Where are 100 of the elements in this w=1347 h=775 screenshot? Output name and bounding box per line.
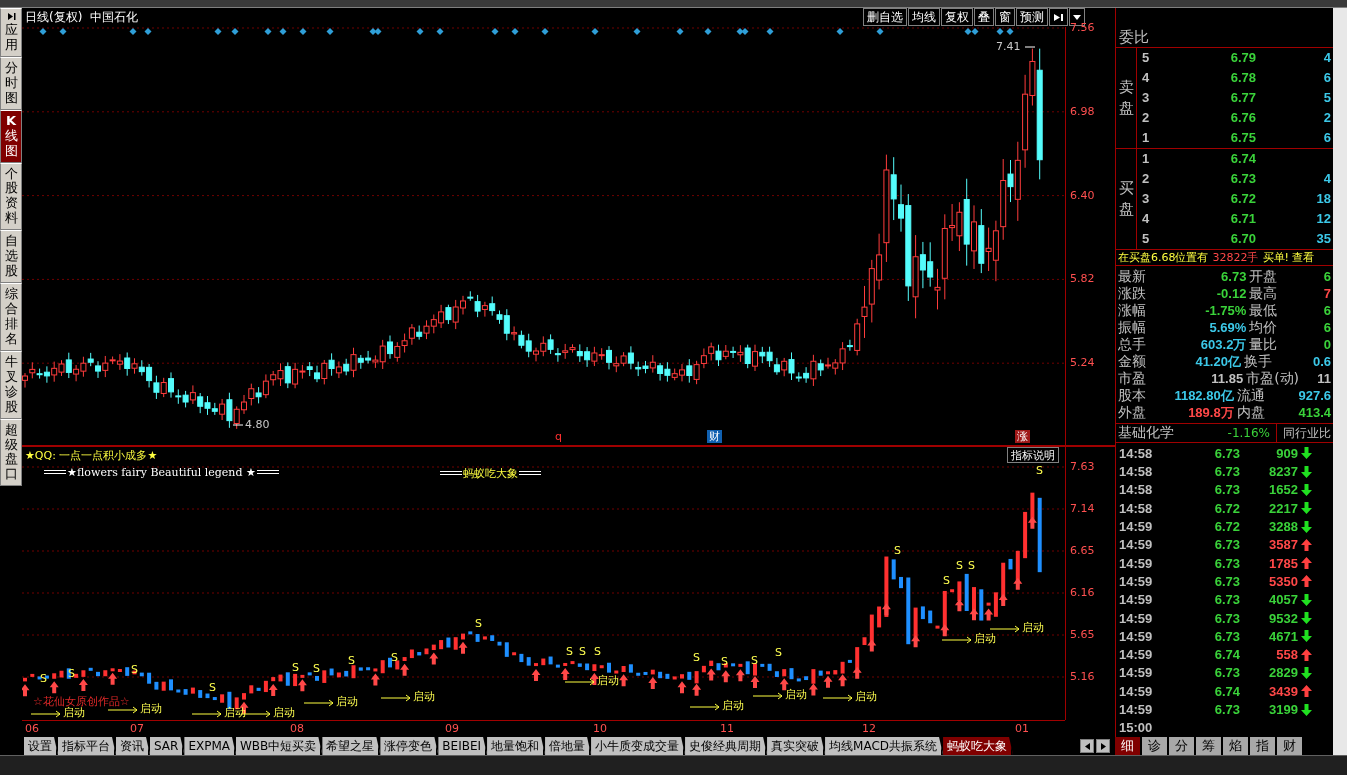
indicator-tab[interactable]: 倍地量 xyxy=(545,737,592,755)
stat-label: 涨跌 xyxy=(1117,284,1146,303)
month-label: 06 xyxy=(25,722,39,736)
jump-button[interactable] xyxy=(1049,8,1068,27)
trade-volume: 2829 xyxy=(1268,665,1298,681)
panel-tab[interactable]: 焰 xyxy=(1223,737,1250,755)
event-marker[interactable]: 涨 xyxy=(1015,429,1030,443)
indicator-tab[interactable]: WBB中短买卖 xyxy=(236,737,323,755)
sidebar-tab[interactable]: 牛叉诊股 xyxy=(0,350,22,419)
stat-label: 最低 xyxy=(1248,301,1279,320)
stat-label: 金额 xyxy=(1117,352,1146,371)
signal-label: 启动 xyxy=(974,631,996,646)
trade-time: 14:59 xyxy=(1118,647,1154,663)
stat-value: 5.69% xyxy=(1208,320,1247,336)
trade-volume: 3199 xyxy=(1268,702,1298,718)
signal-label: S xyxy=(1036,463,1043,478)
bid-price: 6.71 xyxy=(1229,211,1256,227)
rank-number: 4 xyxy=(1141,70,1151,86)
indicator-tab[interactable]: 均线MACD共振系统 xyxy=(825,737,944,755)
chart-button[interactable]: 删自选 xyxy=(863,8,907,27)
stat-value: 6 xyxy=(1323,269,1332,285)
indicator-tab[interactable]: 设置 xyxy=(24,737,58,755)
axis-label: 7.63 xyxy=(1070,459,1095,473)
stock-name: 中国石化 xyxy=(90,8,139,26)
panel-tab[interactable]: 指 xyxy=(1250,737,1277,755)
chart-button[interactable]: 窗 xyxy=(995,8,1015,27)
panel-tab[interactable]: 诊 xyxy=(1142,737,1169,755)
scroll-right-button[interactable] xyxy=(1096,739,1110,753)
month-label: 11 xyxy=(720,722,734,736)
stat-label: 最新 xyxy=(1117,267,1146,286)
scroll-left-button[interactable] xyxy=(1080,739,1094,753)
stat-label: 涨幅 xyxy=(1117,301,1146,320)
signal-label: 启动 xyxy=(273,705,295,720)
down-arrow-icon xyxy=(1301,484,1312,496)
axis-label: 7.56 xyxy=(1070,20,1095,34)
indicator-tab[interactable]: EXPMA xyxy=(184,737,236,755)
trade-time: 14:59 xyxy=(1118,628,1154,644)
indicator-tab[interactable]: 史俊经典周期 xyxy=(685,737,768,755)
signal-label: 启动 xyxy=(597,673,619,688)
signal-label: 启动 xyxy=(785,687,807,702)
indicator-tab[interactable]: 小牛质变成交量 xyxy=(591,737,686,755)
legend-rule xyxy=(256,470,279,475)
panel-tab[interactable]: 财 xyxy=(1277,737,1304,755)
indicator-tab[interactable]: 真实突破 xyxy=(767,737,826,755)
axis-label: 6.40 xyxy=(1070,188,1095,202)
industry-name: 基础化学 xyxy=(1117,424,1174,443)
panel-tab[interactable]: 筹 xyxy=(1196,737,1223,755)
stat-label: 市盈(动) xyxy=(1245,369,1301,388)
compare-button[interactable]: 同行业比 xyxy=(1276,424,1333,443)
stat-label: 开盘 xyxy=(1248,267,1279,286)
trade-volume: 5350 xyxy=(1268,573,1298,589)
chart-button[interactable]: 复权 xyxy=(941,8,973,27)
stat-value: 6.73 xyxy=(1220,269,1247,285)
axis-label: 5.82 xyxy=(1070,272,1095,286)
stat-label: 外盘 xyxy=(1117,403,1146,422)
signal-label: S xyxy=(209,680,216,695)
trade-time: 14:59 xyxy=(1118,537,1154,553)
ask-volume: 6 xyxy=(1323,70,1332,86)
sidebar-tab[interactable]: 分时图 xyxy=(0,56,22,110)
indicator-tab[interactable]: SAR xyxy=(150,737,185,755)
stat-value: -0.12 xyxy=(1215,286,1247,302)
sidebar-tab[interactable]: 应用 xyxy=(0,8,22,57)
panel-tab[interactable]: 细 xyxy=(1115,737,1142,755)
stat-label: 振幅 xyxy=(1117,318,1146,337)
sidebar-tab[interactable]: 超级盘口 xyxy=(0,418,22,487)
trade-price: 6.73 xyxy=(1213,573,1240,589)
signal-label: S xyxy=(579,644,586,659)
ask-volume: 5 xyxy=(1323,90,1332,106)
stat-value: 11.85 xyxy=(1210,371,1244,387)
trade-price: 6.73 xyxy=(1213,592,1240,608)
indicator-tab[interactable]: BEIBEI xyxy=(438,737,488,755)
indicator-tab[interactable]: 指标平台 xyxy=(58,737,116,755)
sidebar-tab[interactable]: 综合排名 xyxy=(0,283,22,351)
right-triangle-icon xyxy=(1100,742,1106,750)
indicator-tab[interactable]: 希望之星 xyxy=(322,737,381,755)
chart-button[interactable]: 预测 xyxy=(1016,8,1048,27)
indicator-tab[interactable]: 资讯 xyxy=(116,737,150,755)
ask-label: 卖盘 xyxy=(1118,76,1134,119)
legend-rule xyxy=(519,471,541,476)
stat-label: 换手 xyxy=(1242,352,1273,371)
notice-link[interactable]: 买单! 查看 xyxy=(1262,250,1315,266)
sidebar-tab[interactable]: 自选股 xyxy=(0,230,22,284)
axis-label: 5.24 xyxy=(1070,356,1095,370)
indicator-tab[interactable]: 蚂蚁吃大象 xyxy=(943,737,1014,755)
sidebar-tab[interactable]: K线图 xyxy=(0,109,22,163)
bid-price: 6.70 xyxy=(1229,231,1256,247)
panel-tab[interactable]: 分 xyxy=(1169,737,1196,755)
chart-button[interactable]: 均线 xyxy=(908,8,940,27)
help-button[interactable]: 指标说明 xyxy=(1007,447,1059,464)
indicator-tab[interactable]: 地量饱和 xyxy=(487,737,546,755)
indicator-tab[interactable]: 涨停变色 xyxy=(380,737,439,755)
stat-value: 11 xyxy=(1317,371,1332,387)
stat-value: 189.8万 xyxy=(1187,403,1234,422)
sidebar-tab[interactable]: 个股资料 xyxy=(0,162,22,231)
indicator-title: ★QQ: 一点一点积小成多★ xyxy=(24,447,158,463)
event-marker[interactable]: 财 xyxy=(707,429,722,443)
trade-volume: 4671 xyxy=(1268,628,1298,644)
rank-number: 5 xyxy=(1141,231,1151,247)
trade-price: 6.73 xyxy=(1213,628,1240,644)
chart-button[interactable]: 叠 xyxy=(974,8,994,27)
